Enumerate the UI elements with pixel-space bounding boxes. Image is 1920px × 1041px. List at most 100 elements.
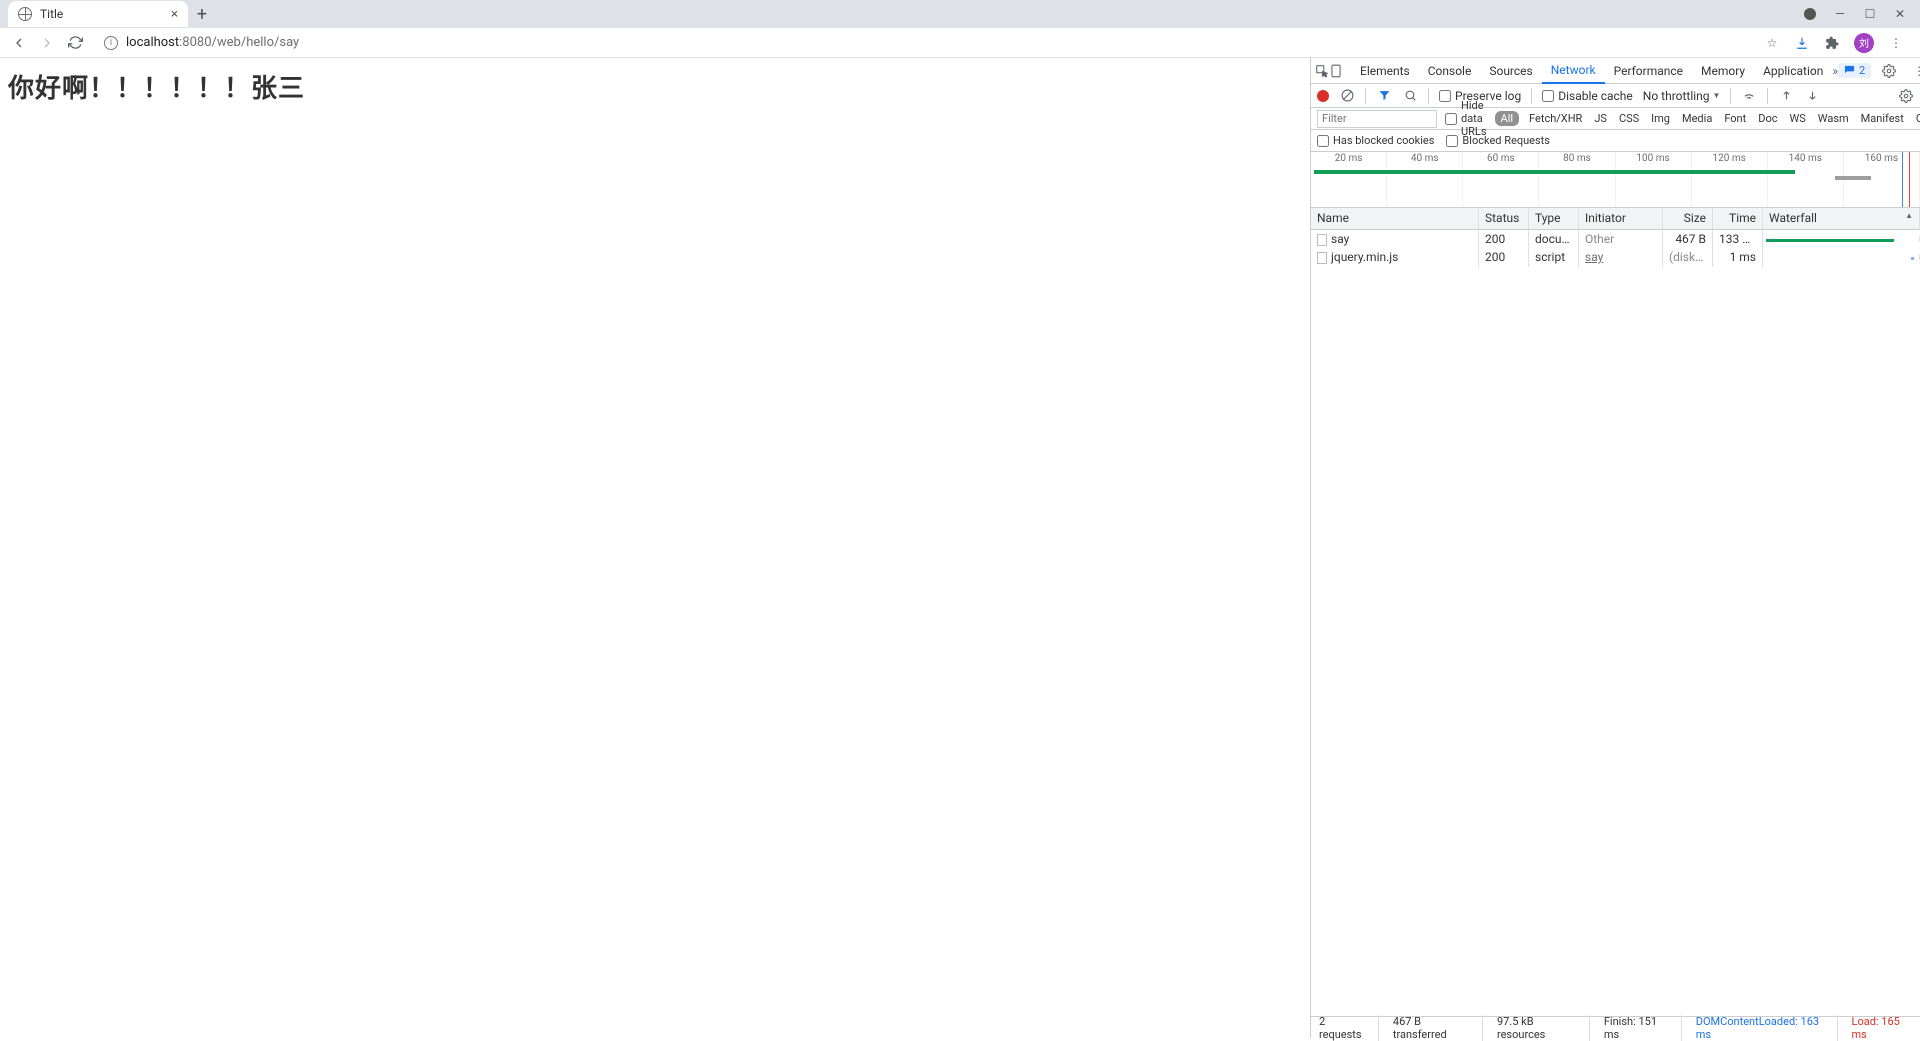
network-conditions-icon[interactable] — [1741, 88, 1757, 104]
device-toggle-icon[interactable] — [1329, 59, 1343, 83]
status-requests: 2 requests — [1319, 1015, 1379, 1041]
filter-type-js[interactable]: JS — [1592, 112, 1609, 125]
extensions-icon[interactable] — [1824, 35, 1840, 51]
col-header-initiator[interactable]: Initiator — [1579, 208, 1663, 229]
network-toolbar: Preserve log Disable cache No throttling… — [1311, 84, 1920, 108]
filter-toggle-icon[interactable] — [1376, 88, 1392, 104]
search-icon[interactable] — [1402, 88, 1418, 104]
network-timeline[interactable]: 20 ms 40 ms 60 ms 80 ms 100 ms 120 ms 14… — [1311, 152, 1920, 208]
record-indicator-icon[interactable] — [1804, 8, 1816, 20]
tab-title: Title — [40, 7, 63, 21]
address-bar: i localhost:8080/web/hello/say ☆ 刘 ⋮ — [0, 28, 1920, 58]
back-button[interactable] — [10, 34, 28, 52]
tab-application[interactable]: Application — [1754, 58, 1832, 84]
site-info-icon[interactable]: i — [104, 36, 118, 50]
waterfall-bar — [1911, 257, 1914, 260]
table-header: Name Status Type Initiator Size Time Wat… — [1311, 208, 1920, 230]
forward-button[interactable] — [38, 34, 56, 52]
disable-cache-checkbox[interactable]: Disable cache — [1542, 89, 1633, 103]
browser-menu-icon[interactable]: ⋮ — [1888, 35, 1904, 51]
filter-input[interactable] — [1317, 110, 1437, 128]
tab-network[interactable]: Network — [1542, 58, 1605, 84]
col-header-status[interactable]: Status — [1479, 208, 1529, 229]
filter-row-2: Has blocked cookies Blocked Requests — [1311, 130, 1920, 152]
browser-tab[interactable]: Title × — [8, 1, 188, 27]
timeline-tick: 20 ms — [1311, 152, 1387, 168]
filter-type-fetchxhr[interactable]: Fetch/XHR — [1527, 112, 1584, 125]
filter-type-ws[interactable]: WS — [1787, 112, 1807, 125]
col-header-type[interactable]: Type — [1529, 208, 1579, 229]
filter-type-wasm[interactable]: Wasm — [1816, 112, 1851, 125]
status-resources: 97.5 kB resources — [1497, 1015, 1590, 1041]
devtools-menu-icon[interactable]: ⋮ — [1907, 59, 1920, 83]
filter-type-css[interactable]: CSS — [1617, 112, 1641, 125]
bookmark-star-icon[interactable]: ☆ — [1764, 35, 1780, 51]
col-header-waterfall[interactable]: Waterfall — [1763, 208, 1920, 229]
col-header-time[interactable]: Time — [1713, 208, 1763, 229]
timeline-bar — [1314, 170, 1795, 174]
col-header-size[interactable]: Size — [1663, 208, 1713, 229]
tab-memory[interactable]: Memory — [1692, 58, 1754, 84]
clear-icon[interactable] — [1339, 88, 1355, 104]
throttling-select[interactable]: No throttling▼ — [1643, 89, 1721, 103]
status-finish: Finish: 151 ms — [1604, 1015, 1682, 1041]
timeline-tick: 40 ms — [1387, 152, 1463, 168]
initiator-link[interactable]: say — [1585, 250, 1603, 264]
devtools-tabs: Elements Console Sources Network Perform… — [1311, 58, 1920, 84]
timeline-tick: 140 ms — [1768, 152, 1844, 168]
window-controls: — ☐ ✕ — [1804, 0, 1914, 28]
profile-avatar[interactable]: 刘 — [1854, 33, 1874, 53]
devtools-settings-icon[interactable] — [1877, 59, 1901, 83]
filter-type-other[interactable]: Other — [1914, 112, 1920, 125]
browser-tab-strip: Title × + — ☐ ✕ — [0, 0, 1920, 28]
import-har-icon[interactable] — [1778, 88, 1794, 104]
maximize-icon[interactable]: ☐ — [1864, 8, 1876, 20]
timeline-tick: 100 ms — [1616, 152, 1692, 168]
record-button[interactable] — [1317, 90, 1329, 102]
timeline-bar-gray — [1835, 176, 1872, 180]
has-blocked-cookies-checkbox[interactable]: Has blocked cookies — [1317, 134, 1434, 147]
status-transferred: 467 B transferred — [1393, 1015, 1483, 1041]
devtools-panel: Elements Console Sources Network Perform… — [1310, 58, 1920, 1038]
filter-type-font[interactable]: Font — [1722, 112, 1748, 125]
status-load: Load: 165 ms — [1852, 1015, 1912, 1041]
url-field[interactable]: i localhost:8080/web/hello/say — [94, 35, 1754, 50]
globe-icon — [18, 7, 32, 21]
addr-actions: ☆ 刘 ⋮ — [1764, 33, 1904, 53]
filter-type-img[interactable]: Img — [1649, 112, 1672, 125]
timeline-tick: 80 ms — [1539, 152, 1615, 168]
tab-sources[interactable]: Sources — [1480, 58, 1541, 84]
close-window-icon[interactable]: ✕ — [1894, 8, 1906, 20]
timeline-dcl-marker — [1902, 152, 1903, 207]
timeline-load-marker — [1909, 152, 1910, 207]
minimize-icon[interactable]: — — [1834, 8, 1846, 20]
download-icon[interactable] — [1794, 35, 1810, 51]
url-text: localhost:8080/web/hello/say — [126, 35, 299, 50]
page-heading: 你好啊！！！！！！张三 — [8, 68, 1302, 105]
blocked-requests-checkbox[interactable]: Blocked Requests — [1446, 134, 1550, 147]
col-header-name[interactable]: Name — [1311, 208, 1479, 229]
reload-button[interactable] — [66, 34, 84, 52]
table-row[interactable]: jquery.min.js 200 script say (disk cac..… — [1311, 248, 1920, 266]
new-tab-button[interactable]: + — [188, 0, 216, 28]
tab-performance[interactable]: Performance — [1605, 58, 1692, 84]
filter-type-manifest[interactable]: Manifest — [1859, 112, 1906, 125]
workspace: 你好啊！！！！！！张三 Elements Console Sources Net… — [0, 58, 1920, 1038]
file-icon — [1317, 234, 1327, 246]
filter-row: Hide data URLs All Fetch/XHR JS CSS Img … — [1311, 108, 1920, 130]
issues-badge[interactable]: 2 — [1838, 63, 1871, 78]
filter-type-all[interactable]: All — [1495, 111, 1520, 126]
close-tab-icon[interactable]: × — [171, 7, 178, 22]
status-dcl: DOMContentLoaded: 163 ms — [1696, 1015, 1838, 1041]
network-settings-icon[interactable] — [1898, 88, 1914, 104]
export-har-icon[interactable] — [1804, 88, 1820, 104]
inspect-element-icon[interactable] — [1315, 59, 1329, 83]
filter-type-media[interactable]: Media — [1680, 112, 1714, 125]
waterfall-bar — [1766, 239, 1894, 242]
table-row[interactable]: say 200 document Other 467 B 133 ms — [1311, 230, 1920, 248]
timeline-tick: 60 ms — [1463, 152, 1539, 168]
tab-console[interactable]: Console — [1419, 58, 1481, 84]
tab-elements[interactable]: Elements — [1351, 58, 1419, 84]
network-status-bar: 2 requests 467 B transferred 97.5 kB res… — [1311, 1016, 1920, 1038]
filter-type-doc[interactable]: Doc — [1756, 112, 1779, 125]
